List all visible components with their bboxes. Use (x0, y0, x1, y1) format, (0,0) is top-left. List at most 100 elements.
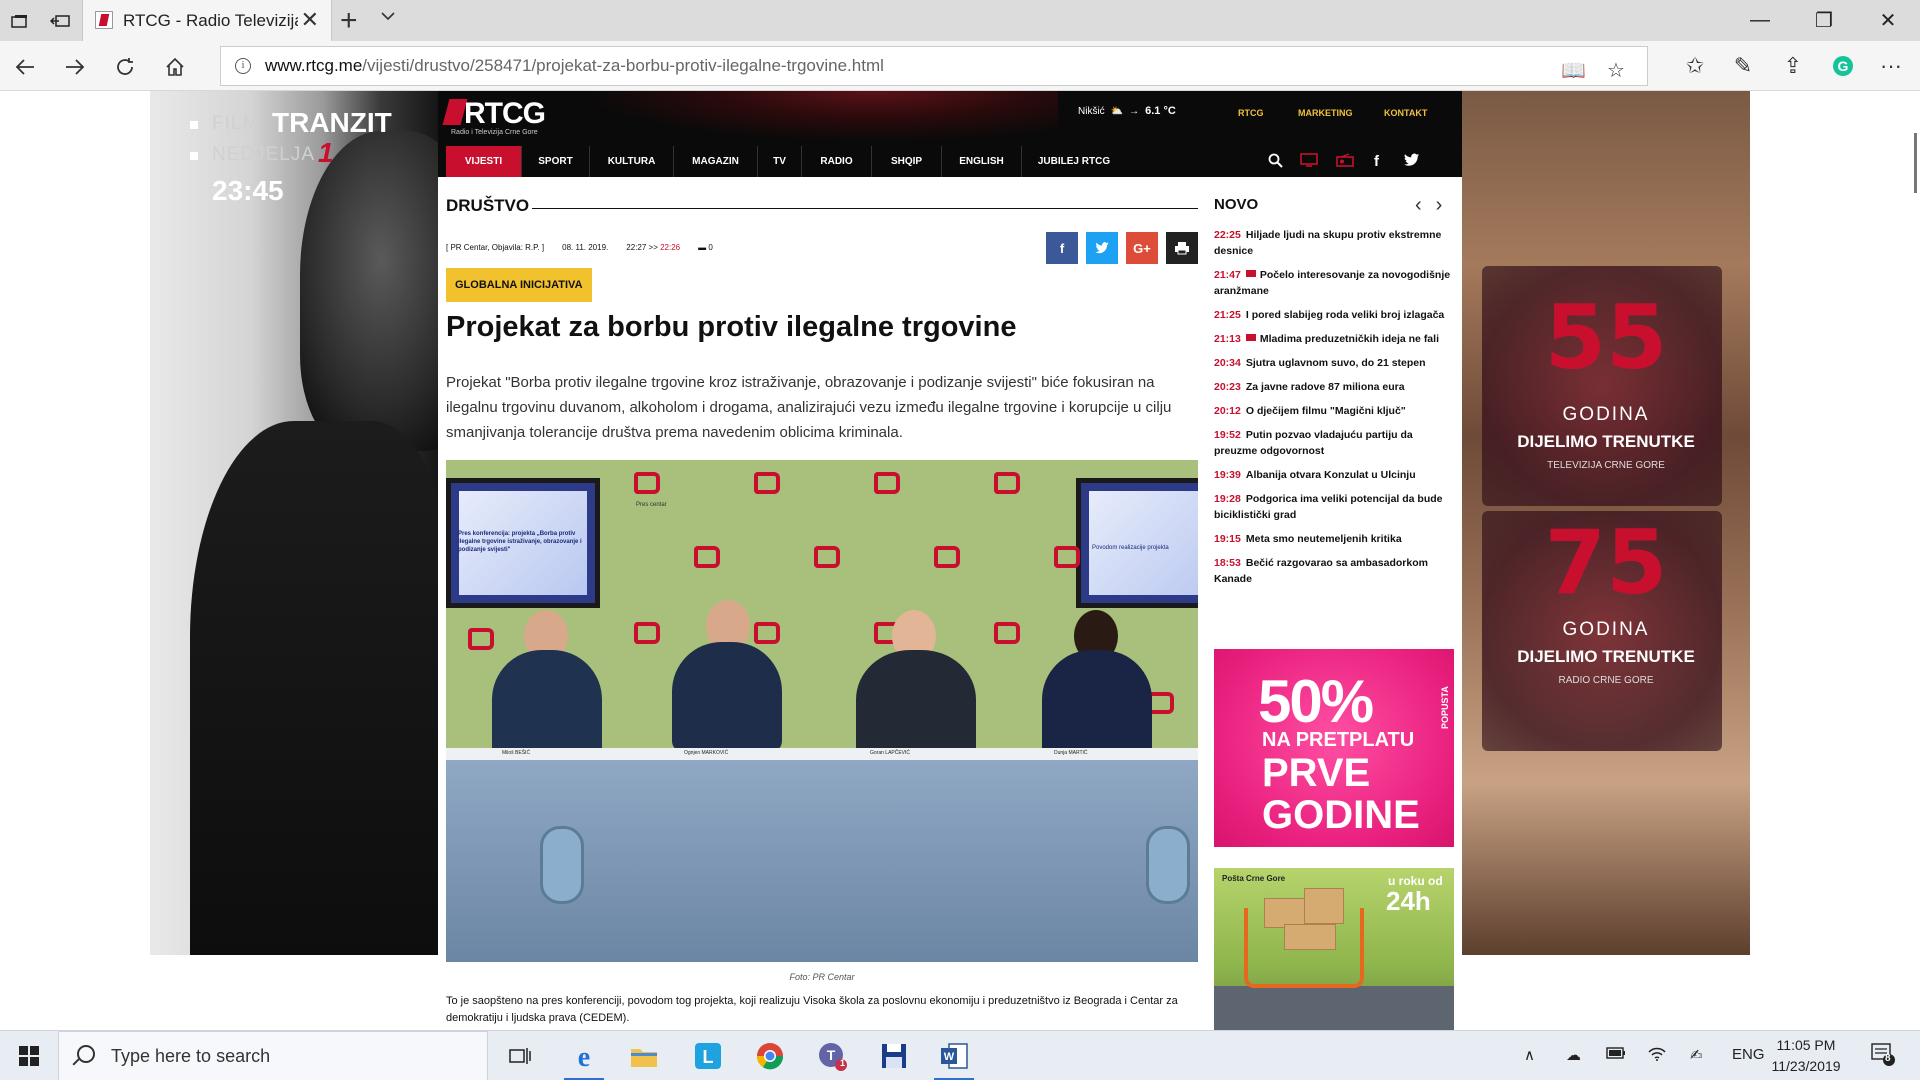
subscription-promo-ad[interactable]: 50% POPUSTA NA PRETPLATU PRVE GODINE (1214, 649, 1454, 847)
show-hidden-icons-chevron-icon[interactable]: ∧ (1524, 1046, 1535, 1064)
nav-magazin[interactable]: MAGAZIN (674, 146, 758, 177)
restore-icon[interactable]: ❐ (1792, 0, 1856, 41)
more-menu-icon[interactable]: ··· (1874, 49, 1908, 83)
news-title: Bečić razgovarao sa ambasadorkom Kanade (1214, 557, 1428, 585)
next-arrow-icon[interactable]: › (1436, 194, 1443, 217)
wifi-icon[interactable] (1648, 1046, 1666, 1066)
save-disk-app-icon[interactable] (864, 1031, 924, 1080)
nav-jubilej[interactable]: JUBILEJ RTCG (1022, 146, 1126, 177)
nav-kultura[interactable]: KULTURA (590, 146, 674, 177)
twitter-icon[interactable] (1404, 153, 1420, 171)
reading-view-icon[interactable]: 📖 (1561, 58, 1586, 83)
refresh-icon[interactable] (108, 50, 142, 84)
news-list-item[interactable]: 19:52 Putin pozvao vladajuću partiju da p… (1214, 427, 1454, 459)
browser-tab-active[interactable]: RTCG - Radio Televizija Crne Gore ✕ (82, 0, 332, 41)
close-tab-icon[interactable]: ✕ (301, 9, 319, 31)
top-link-kontakt[interactable]: KONTAKT (1384, 108, 1427, 118)
page-scrollbar[interactable] (1902, 91, 1920, 1030)
nav-radio[interactable]: RADIO (802, 146, 872, 177)
news-list-item[interactable]: 22:25 Hiljade ljudi na skupu protiv ekstr… (1214, 227, 1454, 259)
news-title: I pored slabijeg roda veliki broj izlaga… (1245, 309, 1445, 321)
promo-popusta: POPUSTA (1440, 686, 1450, 729)
share-twitter-button[interactable] (1086, 232, 1118, 264)
page-scrollbar-thumb[interactable] (1914, 133, 1917, 193)
top-link-marketing[interactable]: MARKETING (1298, 108, 1353, 118)
tab-actions-icon[interactable] (0, 0, 40, 41)
browser-toolbar: i www.rtcg.me/vijesti/drustvo/258471/pro… (0, 41, 1920, 91)
pres-centar-logo (466, 626, 496, 656)
notes-pen-icon[interactable]: ✎ (1726, 49, 1760, 83)
article-tag[interactable]: GLOBALNA INICIJATIVA (446, 268, 592, 302)
news-list-item[interactable]: 20:12 O dječijem filmu "Magični ključ" (1214, 403, 1454, 419)
nav-vijesti[interactable]: VIJESTI (446, 146, 522, 177)
word-icon[interactable]: W (924, 1031, 984, 1080)
nav-english[interactable]: ENGLISH (942, 146, 1022, 177)
news-list-item[interactable]: 19:39 Albanija otvara Konzulat u Ulcinju (1214, 467, 1454, 483)
chrome-icon[interactable] (740, 1031, 800, 1080)
news-list-item[interactable]: 19:28 Podgorica ima veliki potencijal da … (1214, 491, 1454, 523)
post-delivery-ad[interactable]: Pošta Crne Gore u roku od 24h (1214, 868, 1454, 1030)
news-list-item[interactable]: 20:23 Za javne radove 87 miliona eura (1214, 379, 1454, 395)
tab-list-chevron-icon[interactable] (380, 8, 396, 29)
forward-icon[interactable] (58, 50, 92, 84)
set-tabs-aside-icon[interactable] (40, 0, 80, 41)
teams-icon[interactable]: T 1 (802, 1031, 862, 1080)
news-title: Mladima preduzetničkih ideja ne fali (1259, 333, 1439, 345)
rtcg-logo[interactable]: RTCG Radio i Televizija Crne Gore (442, 97, 546, 145)
top-link-rtcg[interactable]: RTCG (1238, 108, 1264, 118)
edge-app-icon[interactable]: e (554, 1031, 614, 1080)
left-film-ad[interactable]: FILM TRANZIT NEDJELJA 1 23:45 (150, 91, 438, 955)
prev-arrow-icon[interactable]: ‹ (1415, 194, 1422, 217)
taskbar-clock[interactable]: 11:05 PM 11/23/2019 (1760, 1035, 1852, 1077)
news-list-item[interactable]: 19:15 Meta smo neutemeljenih kritika (1214, 531, 1454, 547)
nameplate-1: Miloš BEŠIĆ (502, 750, 531, 756)
close-window-icon[interactable]: ✕ (1856, 0, 1920, 41)
right-anniversary-ad[interactable]: 55 GODINA DIJELIMO TRENUTKE TELEVIZIJA C… (1462, 91, 1750, 955)
home-icon[interactable] (158, 50, 192, 84)
favorite-star-icon[interactable]: ☆ (1607, 58, 1625, 83)
favorites-icon[interactable]: ✩ (1678, 49, 1712, 83)
action-center-icon[interactable]: 8 (1870, 1041, 1896, 1071)
time-arrow: >> (648, 243, 658, 252)
battery-icon[interactable] (1606, 1046, 1626, 1063)
url-host: www.rtcg.me (265, 56, 363, 75)
pen-workspace-icon[interactable]: ✍ (1690, 1046, 1703, 1064)
windows-start-icon[interactable] (0, 1031, 58, 1080)
share-facebook-button[interactable]: f (1046, 232, 1078, 264)
arrow-icon: → (1129, 105, 1140, 117)
back-icon[interactable] (8, 50, 42, 84)
news-list-item[interactable]: 20:34 Sjutra uglavnom suvo, do 21 stepen (1214, 355, 1454, 371)
news-list-item[interactable]: 18:53 Bečić razgovarao sa ambasadorkom Ka… (1214, 555, 1454, 587)
task-view-icon[interactable] (490, 1031, 550, 1080)
comments-count-wrapper[interactable]: ▬ 0 (698, 243, 713, 252)
l-app-icon[interactable]: L (678, 1031, 738, 1080)
news-list-item[interactable]: 21:13 Mladima preduzetničkih ideja ne fal… (1214, 331, 1454, 347)
grammarly-icon[interactable]: G (1826, 49, 1860, 83)
print-button[interactable] (1166, 232, 1198, 264)
section-divider (532, 208, 1198, 209)
nav-shqip[interactable]: SHQIP (872, 146, 942, 177)
time-published: 22:27 (626, 243, 647, 252)
share-icon[interactable]: ⇪ (1776, 49, 1810, 83)
facebook-icon[interactable]: f (1374, 153, 1379, 170)
site-info-icon[interactable]: i (235, 58, 251, 74)
speaker-4-body (1042, 650, 1152, 760)
news-list-item[interactable]: 21:25 I pored slabijeg roda veliki broj i… (1214, 307, 1454, 323)
live-tv-icon[interactable] (1300, 153, 1318, 171)
file-explorer-icon[interactable] (614, 1031, 674, 1080)
share-gplus-button[interactable]: G+ (1126, 232, 1158, 264)
onedrive-cloud-icon[interactable]: ☁ (1566, 1046, 1581, 1064)
live-radio-icon[interactable] (1336, 153, 1354, 171)
new-tab-icon[interactable]: + (340, 4, 358, 38)
taskbar-search[interactable]: Type here to search (58, 1031, 488, 1080)
nav-tv[interactable]: TV (758, 146, 802, 177)
address-bar[interactable]: i www.rtcg.me/vijesti/drustvo/258471/pro… (220, 46, 1648, 86)
nav-sport[interactable]: SPORT (522, 146, 590, 177)
parcel-box (1304, 888, 1344, 924)
minimize-icon[interactable]: — (1728, 0, 1792, 41)
nameplate-2: Ognjen MARKOVIĆ (684, 750, 729, 756)
news-list-item[interactable]: 21:47 Počelo interesovanje za novogodišnj… (1214, 267, 1454, 299)
article-photo[interactable]: Pres konferencija: projekta „Borba proti… (446, 460, 1198, 962)
section-title[interactable]: DRUŠTVO (446, 196, 529, 216)
site-search-icon[interactable] (1268, 153, 1283, 172)
